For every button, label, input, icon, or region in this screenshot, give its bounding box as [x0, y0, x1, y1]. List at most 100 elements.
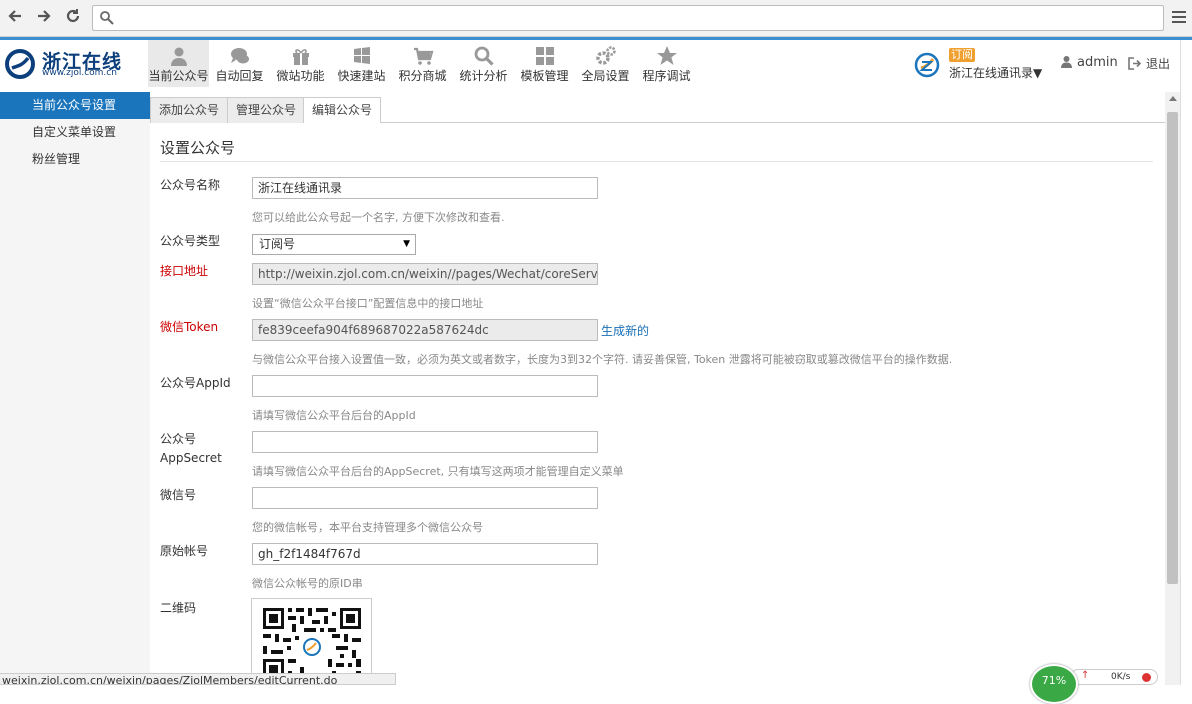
topnav-auto-reply[interactable]: 自动回复 — [209, 40, 270, 87]
browser-toolbar — [0, 0, 1192, 37]
topnav-debug[interactable]: 程序调试 — [636, 40, 697, 87]
sidebar-item-custom-menu[interactable]: 自定义菜单设置 — [0, 119, 150, 146]
account-type-select[interactable]: 订阅号 ▼ — [252, 234, 416, 255]
tab-manage-accounts[interactable]: 管理公众号 — [227, 97, 306, 123]
user-icon — [1061, 56, 1072, 68]
topnav-label: 微站功能 — [276, 69, 325, 83]
windows-icon — [353, 47, 370, 64]
name-help: 您可以给此公众号起一个名字, 方便下次修改和查看. — [252, 211, 505, 224]
sidebar: 当前公众号设置 自定义菜单设置 粉丝管理 — [0, 92, 156, 685]
sidebar-item-label: 粉丝管理 — [32, 152, 81, 166]
user-menu[interactable]: admin — [1060, 55, 1118, 70]
name-label: 公众号名称 — [160, 178, 221, 192]
tab-add-account[interactable]: 添加公众号 — [150, 97, 229, 123]
brand-logo-icon — [5, 49, 35, 79]
chat-icon — [230, 48, 249, 64]
topnav-label: 快速建站 — [337, 69, 386, 83]
tab-label: 编辑公众号 — [312, 103, 373, 117]
token-label: 微信Token — [160, 320, 219, 334]
topnav-label: 全局设置 — [581, 69, 630, 83]
topnav-current-account[interactable]: 当前公众号 — [148, 40, 209, 87]
search-icon — [100, 11, 114, 25]
account-name-input[interactable]: 浙江在线通讯录 — [252, 177, 598, 199]
page-scrollbar[interactable] — [1165, 92, 1180, 685]
brand-url: www.zjol.com.cn — [42, 68, 117, 78]
account-type-value: 订阅号 — [259, 237, 296, 251]
network-speed-bar: ↑ 0K/s — [1070, 669, 1158, 685]
token-field[interactable]: fe839ceefa904f689687022a587624dc — [252, 319, 598, 341]
original-id-help: 微信公众帐号的原ID串 — [252, 577, 363, 590]
account-switcher[interactable]: 订阅 浙江在线通讯录▼ — [914, 48, 1054, 84]
reload-icon[interactable] — [63, 7, 83, 29]
wechat-id-label: 微信号 — [160, 488, 197, 502]
appid-help: 请填写微信公众平台后台的AppId — [252, 409, 416, 422]
form-title: 设置公众号 — [160, 139, 236, 157]
sidebar-item-label: 自定义菜单设置 — [32, 125, 117, 139]
sidebar-item-current-account-settings[interactable]: 当前公众号设置 — [0, 92, 156, 119]
dropdown-arrow-icon: ▼ — [403, 239, 410, 249]
app-header: 浙江在线 www.zjol.com.cn 当前公众号 自动回复 微站功能 快速建… — [0, 40, 1180, 87]
wechat-id-help: 您的微信帐号，本平台支持管理多个微信公众号 — [252, 521, 483, 534]
cart-icon — [413, 47, 433, 65]
api-url-field[interactable]: http://weixin.zjol.com.cn/weixin//pages/… — [252, 263, 598, 285]
logout-button[interactable]: 退出 — [1128, 55, 1170, 72]
logout-icon — [1128, 57, 1142, 70]
logout-label: 退出 — [1146, 57, 1171, 71]
grid-icon — [535, 47, 554, 65]
account-type-badge: 订阅 — [949, 48, 975, 62]
original-id-input[interactable]: gh_f2f1484f767d — [252, 543, 598, 565]
topnav-label: 模板管理 — [520, 69, 569, 83]
topnav-points-mall[interactable]: 积分商城 — [392, 40, 453, 87]
top-navigation: 当前公众号 自动回复 微站功能 快速建站 积分商城 统计分析 模板管理 全局设置… — [148, 40, 697, 87]
username: admin — [1077, 55, 1118, 70]
search-icon — [474, 46, 494, 66]
back-arrow-icon[interactable] — [5, 7, 25, 29]
topnav-statistics[interactable]: 统计分析 — [453, 40, 514, 87]
appsecret-label-line2: AppSecret — [160, 451, 222, 465]
address-bar[interactable] — [92, 5, 1164, 31]
window-edge — [1180, 40, 1192, 685]
forward-arrow-icon[interactable] — [34, 7, 54, 29]
account-settings-form: 设置公众号 公众号名称 浙江在线通讯录 您可以给此公众号起一个名字, 方便下次修… — [150, 123, 1165, 685]
tab-label: 添加公众号 — [159, 103, 220, 117]
topnav-global-settings[interactable]: 全局设置 — [575, 40, 636, 87]
type-label: 公众号类型 — [160, 234, 221, 248]
star-icon — [656, 46, 677, 65]
qr-code-label: 二维码 — [160, 601, 197, 615]
brand-logo[interactable]: 浙江在线 www.zjol.com.cn — [4, 44, 144, 82]
network-speed-value: 0K/s — [1111, 672, 1131, 682]
topnav-label: 统计分析 — [459, 69, 508, 83]
appid-label: 公众号AppId — [160, 376, 231, 390]
network-status-dot-icon — [1142, 673, 1151, 682]
tab-edit-account[interactable]: 编辑公众号 — [303, 97, 382, 124]
token-help: 与微信公众平台接入设置值一致，必须为英文或者数字，长度为3到32个字符. 请妥善… — [252, 353, 953, 366]
appid-input[interactable] — [252, 375, 598, 397]
topnav-label: 当前公众号 — [148, 69, 209, 83]
api-url-label: 接口地址 — [160, 264, 209, 278]
qr-code-image[interactable] — [251, 598, 372, 685]
topnav-microsite[interactable]: 微站功能 — [270, 40, 331, 87]
appsecret-input[interactable] — [252, 431, 598, 453]
tab-bar: 添加公众号 管理公众号 编辑公众号 — [150, 95, 1165, 124]
scroll-thumb[interactable] — [1167, 112, 1178, 584]
sidebar-item-fans[interactable]: 粉丝管理 — [0, 146, 150, 173]
memory-usage-ball[interactable]: 71% — [1030, 664, 1078, 704]
divider — [160, 161, 1153, 162]
browser-menu-icon[interactable] — [1172, 9, 1186, 25]
topnav-label: 自动回复 — [215, 69, 264, 83]
api-url-help: 设置“微信公众平台接口”配置信息中的接口地址 — [252, 297, 484, 310]
gift-icon — [292, 49, 309, 65]
wechat-id-input[interactable] — [252, 487, 598, 509]
scroll-up-arrow-icon[interactable] — [1169, 96, 1177, 101]
topnav-quick-site[interactable]: 快速建站 — [331, 40, 392, 87]
account-name[interactable]: 浙江在线通讯录▼ — [949, 64, 1042, 81]
topnav-label: 积分商城 — [398, 69, 447, 83]
topnav-templates[interactable]: 模板管理 — [514, 40, 575, 87]
account-logo-icon — [914, 52, 940, 78]
generate-token-link[interactable]: 生成新的 — [601, 322, 649, 339]
appsecret-help: 请填写微信公众平台后台的AppSecret, 只有填写这两项才能管理自定义菜单 — [252, 465, 624, 478]
tab-label: 管理公众号 — [236, 103, 297, 117]
network-speed-widget[interactable]: ↑ 0K/s 71% — [1030, 664, 1158, 704]
appsecret-label-line1: 公众号 — [160, 432, 197, 446]
topnav-label: 程序调试 — [642, 69, 691, 83]
